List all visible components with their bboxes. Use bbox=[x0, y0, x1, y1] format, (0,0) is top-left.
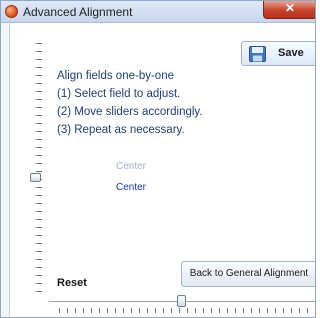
advanced-alignment-window: Advanced Alignment ✕ Save ▼ Align fields… bbox=[0, 0, 316, 318]
ruler-tick bbox=[195, 308, 196, 313]
instruction-line: (3) Repeat as necessary. bbox=[57, 124, 185, 136]
instruction-line: (1) Select field to adjust. bbox=[57, 88, 181, 100]
app-icon bbox=[5, 5, 18, 18]
ruler-tick bbox=[36, 211, 42, 212]
ruler-tick bbox=[283, 308, 284, 313]
save-button[interactable]: Save ▼ bbox=[241, 41, 315, 66]
vertical-ruler bbox=[29, 43, 43, 295]
back-to-general-alignment-button[interactable]: Back to General Alignment bbox=[181, 261, 315, 287]
ruler-tick bbox=[203, 308, 204, 313]
ruler-tick bbox=[36, 219, 42, 220]
horizontal-slider-handle[interactable] bbox=[177, 295, 186, 307]
save-button-label: Save bbox=[278, 47, 304, 59]
instructions-block: Align fields one-by-one (1) Select field… bbox=[57, 67, 203, 139]
title-bar[interactable]: Advanced Alignment ✕ bbox=[1, 1, 315, 23]
close-icon: ✕ bbox=[284, 1, 296, 15]
ruler-tick bbox=[187, 308, 188, 313]
ruler-tick bbox=[36, 147, 42, 148]
ruler-tick bbox=[36, 83, 42, 84]
ruler-tick bbox=[179, 308, 180, 313]
field-center-unselected[interactable]: Center bbox=[103, 161, 159, 172]
chevron-down-icon[interactable]: ▼ bbox=[314, 46, 315, 56]
ruler-tick bbox=[139, 308, 140, 313]
ruler-tick bbox=[36, 163, 42, 164]
ruler-tick bbox=[36, 59, 42, 60]
floppy-disk-icon bbox=[249, 46, 266, 62]
ruler-tick bbox=[99, 308, 100, 313]
ruler-tick bbox=[36, 227, 42, 228]
ruler-tick bbox=[36, 259, 42, 260]
ruler-tick bbox=[171, 308, 172, 313]
ruler-tick bbox=[211, 308, 212, 313]
ruler-tick bbox=[36, 131, 42, 132]
ruler-tick bbox=[219, 308, 220, 313]
ruler-tick bbox=[107, 308, 108, 313]
ruler-tick bbox=[291, 308, 292, 313]
ruler-tick bbox=[299, 308, 300, 313]
ruler-tick bbox=[131, 308, 132, 313]
ruler-tick bbox=[36, 139, 42, 140]
ruler-tick bbox=[36, 203, 42, 204]
ruler-tick bbox=[36, 51, 42, 52]
ruler-tick bbox=[36, 251, 42, 252]
close-button[interactable]: ✕ bbox=[263, 1, 315, 19]
ruler-tick bbox=[36, 187, 42, 188]
ruler-tick bbox=[36, 235, 42, 236]
ruler-tick bbox=[36, 155, 42, 156]
reset-link[interactable]: Reset bbox=[57, 277, 87, 289]
ruler-tick bbox=[36, 67, 42, 68]
ruler-tick bbox=[36, 91, 42, 92]
instruction-line: Align fields one-by-one bbox=[57, 70, 174, 82]
ruler-tick bbox=[147, 308, 148, 313]
ruler-tick bbox=[36, 99, 42, 100]
ruler-tick bbox=[36, 115, 42, 116]
ruler-tick bbox=[36, 283, 42, 284]
ruler-tick bbox=[227, 308, 228, 313]
ruler-tick bbox=[36, 75, 42, 76]
ruler-tick bbox=[83, 308, 84, 313]
ruler-tick bbox=[75, 308, 76, 313]
ruler-tick bbox=[36, 291, 42, 292]
window-title: Advanced Alignment bbox=[23, 5, 133, 19]
ruler-tick bbox=[59, 308, 60, 313]
ruler-tick bbox=[36, 107, 42, 108]
ruler-tick bbox=[123, 308, 124, 313]
ruler-tick bbox=[91, 308, 92, 313]
ruler-tick bbox=[163, 308, 164, 313]
ruler-tick bbox=[36, 43, 42, 44]
ruler-tick bbox=[267, 308, 268, 313]
ruler-tick bbox=[36, 171, 42, 172]
ruler-tick bbox=[155, 308, 156, 313]
vertical-slider-handle[interactable] bbox=[30, 173, 41, 182]
ruler-tick bbox=[115, 308, 116, 313]
ruler-tick bbox=[36, 195, 42, 196]
ruler-tick bbox=[243, 308, 244, 313]
field-center-selected[interactable]: Center bbox=[103, 182, 159, 193]
ruler-tick bbox=[235, 308, 236, 313]
ruler-tick bbox=[36, 243, 42, 244]
ruler-tick bbox=[259, 308, 260, 313]
instruction-line: (2) Move sliders accordingly. bbox=[57, 106, 203, 118]
ruler-tick bbox=[36, 123, 42, 124]
ruler-tick bbox=[307, 308, 308, 313]
ruler-tick bbox=[275, 308, 276, 313]
ruler-tick bbox=[36, 267, 42, 268]
ruler-tick bbox=[251, 308, 252, 313]
ruler-tick bbox=[67, 308, 68, 313]
ruler-tick bbox=[36, 275, 42, 276]
